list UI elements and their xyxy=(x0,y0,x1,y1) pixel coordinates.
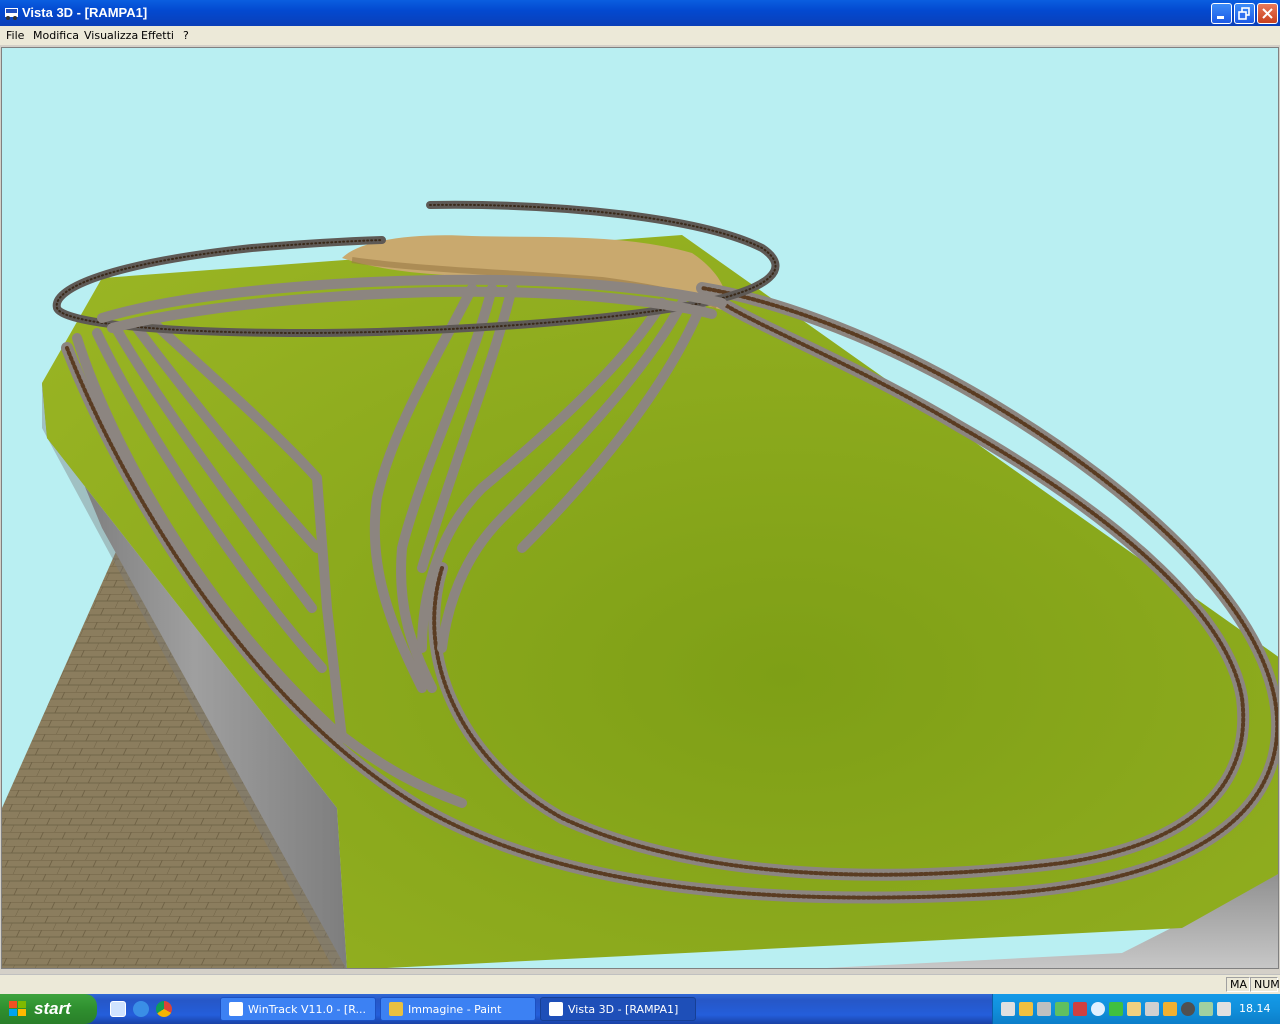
start-button[interactable]: start xyxy=(0,994,97,1024)
chrome-icon[interactable] xyxy=(156,1001,172,1017)
paint-icon xyxy=(389,1002,403,1016)
tray-icon-6[interactable] xyxy=(1091,1002,1105,1016)
task-paint[interactable]: Immagine - Paint xyxy=(380,997,536,1021)
internet-explorer-icon[interactable] xyxy=(133,1001,149,1017)
restore-button[interactable] xyxy=(1234,3,1255,24)
status-num: NUM xyxy=(1250,977,1280,992)
3d-layout-scene xyxy=(2,200,1278,968)
menu-help[interactable]: ? xyxy=(183,29,189,42)
menu-bar: File Modifica Visualizza Effetti ? xyxy=(0,26,1280,45)
window-title: Vista 3D - [RAMPA1] xyxy=(22,5,148,20)
train-3d-icon xyxy=(549,1002,563,1016)
start-label: start xyxy=(34,999,71,1018)
clock: 18.14 xyxy=(1239,1002,1271,1015)
wintrack-icon xyxy=(229,1002,243,1016)
tray-icon-11[interactable] xyxy=(1181,1002,1195,1016)
tray-icon-3[interactable] xyxy=(1037,1002,1051,1016)
restore-icon xyxy=(1238,7,1250,20)
taskbar: start WinTrack V11.0 - [R... Immagine - … xyxy=(0,994,1280,1024)
signal-icon[interactable] xyxy=(1109,1002,1123,1016)
status-bar: MA NUM xyxy=(0,974,1280,994)
menu-modifica[interactable]: Modifica xyxy=(33,29,79,42)
menu-file[interactable]: File xyxy=(6,29,24,42)
tray-icon-4[interactable] xyxy=(1055,1002,1069,1016)
system-tray: 18.14 xyxy=(992,994,1280,1024)
desktop-icon[interactable] xyxy=(110,1001,126,1017)
volume-icon[interactable] xyxy=(1145,1002,1159,1016)
tray-icon-10[interactable] xyxy=(1163,1002,1177,1016)
task-vista-3d[interactable]: Vista 3D - [RAMPA1] xyxy=(540,997,696,1021)
tray-icon-12[interactable] xyxy=(1199,1002,1213,1016)
window-title-bar[interactable]: Vista 3D - [RAMPA1] xyxy=(0,0,1280,26)
menu-visualizza[interactable]: Visualizza xyxy=(84,29,138,42)
windows-logo-icon xyxy=(9,1001,26,1016)
tray-icon-8[interactable] xyxy=(1127,1002,1141,1016)
3d-viewport[interactable] xyxy=(1,47,1279,969)
task-wintrack[interactable]: WinTrack V11.0 - [R... xyxy=(220,997,376,1021)
phone-icon[interactable] xyxy=(1217,1002,1231,1016)
tray-icon-1[interactable] xyxy=(1001,1002,1015,1016)
menu-effetti[interactable]: Effetti xyxy=(141,29,174,42)
close-icon xyxy=(1262,8,1273,19)
minimize-button[interactable] xyxy=(1211,3,1232,24)
minimize-icon xyxy=(1217,16,1224,19)
tray-icon-2[interactable] xyxy=(1019,1002,1033,1016)
status-caps: MA xyxy=(1226,977,1250,992)
close-button[interactable] xyxy=(1257,3,1278,24)
tray-icon-5[interactable] xyxy=(1073,1002,1087,1016)
train-3d-icon xyxy=(5,8,18,20)
